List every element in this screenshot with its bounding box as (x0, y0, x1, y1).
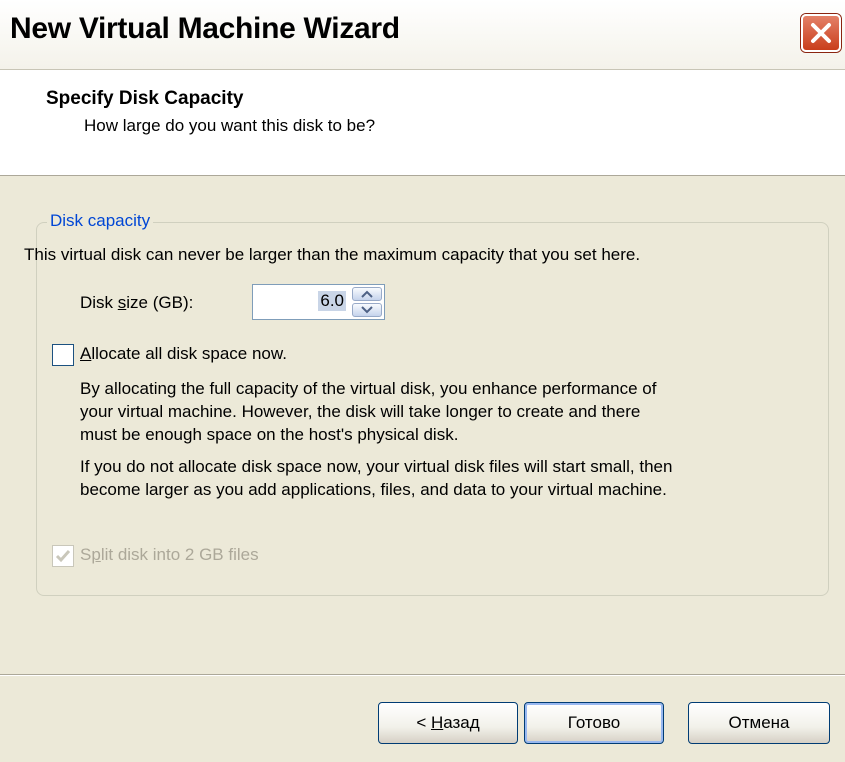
group-legend: Disk capacity (47, 211, 154, 231)
finish-button[interactable]: Готово (524, 702, 664, 744)
stepper-down-button[interactable] (352, 303, 382, 317)
allocate-explanation-line: By allocating the full capacity of the v… (80, 379, 657, 398)
disk-size-stepper[interactable]: 6.0 (252, 284, 385, 320)
arrow-up-icon (361, 290, 373, 298)
close-button[interactable] (801, 14, 841, 52)
allocate-explanation-line: your virtual machine. However, the disk … (80, 402, 641, 421)
disk-size-label-pre: Disk (80, 293, 118, 312)
allocate-checkbox[interactable] (52, 344, 74, 366)
back-button[interactable]: < Назад (378, 702, 518, 744)
split-label-pre: S (80, 545, 92, 564)
title-bar[interactable]: New Virtual Machine Wizard (0, 0, 845, 70)
wizard-header: Specify Disk Capacity How large do you w… (0, 70, 845, 176)
back-button-post: азад (443, 713, 480, 732)
split-disk-checkbox[interactable] (52, 545, 74, 567)
arrow-down-icon (361, 306, 373, 314)
page-title: Specify Disk Capacity (46, 88, 244, 109)
window-title: New Virtual Machine Wizard (10, 12, 400, 45)
footer-divider (0, 674, 845, 676)
stepper-up-button[interactable] (352, 287, 382, 301)
split-disk-label[interactable]: Split disk into 2 GB files (80, 545, 259, 565)
check-icon (55, 550, 71, 563)
allocate-label[interactable]: Allocate all disk space now. (80, 344, 287, 364)
back-button-pre: < (416, 713, 431, 732)
page-subtitle: How large do you want this disk to be? (84, 116, 376, 135)
back-button-accel: Н (430, 713, 444, 732)
wizard-window: New Virtual Machine Wizard Specify Disk … (0, 0, 845, 762)
allocate-label-accel: A (80, 344, 92, 363)
disk-size-label-post: ize (GB): (126, 293, 194, 312)
disk-size-value[interactable]: 6.0 (318, 291, 346, 311)
capacity-description: This virtual disk can never be larger th… (24, 245, 641, 264)
disk-size-label: Disk size (GB): (80, 293, 193, 313)
split-label-accel: p (91, 545, 101, 564)
no-allocate-explanation-line: become larger as you add applications, f… (80, 480, 667, 499)
disk-size-label-accel: s (117, 293, 127, 312)
no-allocate-explanation-line: If you do not allocate disk space now, y… (80, 457, 673, 476)
stepper-arrows (352, 287, 382, 317)
allocate-explanation-line: must be enough space on the host's physi… (80, 425, 459, 444)
cancel-button[interactable]: Отмена (688, 702, 830, 744)
no-allocate-explanation: If you do not allocate disk space now, y… (80, 455, 672, 501)
allocate-explanation: By allocating the full capacity of the v… (80, 377, 656, 446)
allocate-label-rest: llocate all disk space now. (91, 344, 287, 363)
close-icon (811, 23, 831, 43)
split-label-post: lit disk into 2 GB files (100, 545, 259, 564)
